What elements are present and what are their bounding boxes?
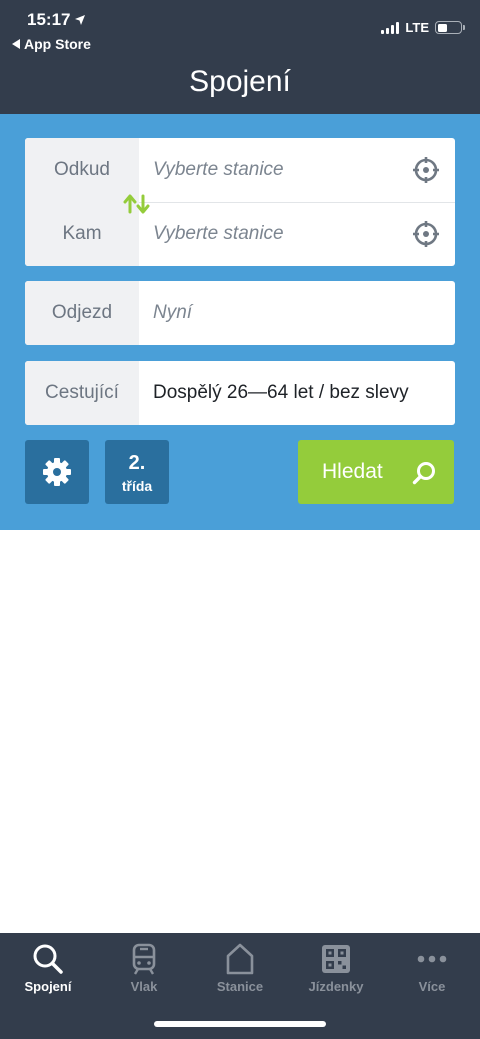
status-time: 15:17	[27, 10, 86, 30]
locate-to-icon[interactable]	[412, 220, 440, 248]
search-button-label: Hledat	[322, 460, 383, 483]
class-label: třída	[121, 478, 153, 494]
back-to-app-store-link[interactable]: App Store	[12, 36, 91, 52]
tab-label: Více	[418, 979, 446, 994]
back-app-label: App Store	[24, 36, 91, 52]
tab-label: Spojení	[24, 979, 72, 994]
departure-row[interactable]: Odjezd Nyní	[25, 281, 455, 345]
swap-stations-icon[interactable]	[123, 192, 151, 216]
search-button[interactable]: Hledat	[298, 440, 454, 504]
train-icon	[132, 943, 156, 975]
search-icon	[33, 944, 63, 974]
qr-code-icon	[322, 945, 350, 973]
departure-label: Odjezd	[51, 302, 113, 323]
departure-card[interactable]: Odjezd Nyní	[25, 281, 455, 345]
travel-class-button[interactable]: 2. třída	[105, 440, 169, 504]
tab-jizdenky[interactable]: Jízdenky	[288, 933, 384, 1003]
home-indicator[interactable]	[154, 1021, 326, 1027]
more-icon	[417, 955, 447, 963]
page-title: Spojení	[189, 65, 291, 98]
tab-label: Stanice	[216, 979, 264, 994]
gear-icon	[43, 458, 71, 486]
passengers-label: Cestující	[45, 382, 119, 403]
from-row[interactable]: Odkud Vyberte stanice	[25, 138, 455, 202]
status-indicators: LTE	[381, 20, 465, 35]
departure-time-input[interactable]: Nyní	[153, 281, 192, 345]
back-triangle-icon	[12, 39, 20, 49]
home-icon	[226, 943, 254, 975]
tab-stanice[interactable]: Stanice	[192, 933, 288, 1003]
tab-spojeni[interactable]: Spojení	[0, 933, 96, 1003]
tab-label: Vlak	[130, 979, 158, 994]
route-card: Odkud Vyberte stanice Kam Vyberte stanic…	[25, 138, 455, 266]
to-label: Kam	[62, 223, 102, 244]
search-settings-button[interactable]	[25, 440, 89, 504]
tab-vlak[interactable]: Vlak	[96, 933, 192, 1003]
from-label: Odkud	[54, 159, 110, 180]
status-bar: 15:17 App Store LTE	[0, 0, 480, 58]
network-type: LTE	[405, 20, 429, 35]
search-icon	[412, 462, 435, 485]
passengers-value[interactable]: Dospělý 26—64 let / bez slevy	[153, 361, 409, 425]
signal-strength-icon	[381, 21, 400, 34]
tab-label: Jízdenky	[308, 979, 364, 994]
status-time-text: 15:17	[27, 10, 71, 29]
to-station-input[interactable]: Vyberte stanice	[153, 202, 284, 266]
battery-icon	[435, 21, 465, 34]
passengers-row[interactable]: Cestující Dospělý 26—64 let / bez slevy	[25, 361, 455, 425]
to-row[interactable]: Kam Vyberte stanice	[25, 202, 455, 266]
class-number: 2.	[128, 452, 146, 474]
tab-vice[interactable]: Více	[384, 933, 480, 1003]
locate-from-icon[interactable]	[412, 156, 440, 184]
from-station-input[interactable]: Vyberte stanice	[153, 138, 284, 202]
battery-fill	[437, 23, 448, 32]
passengers-card[interactable]: Cestující Dospělý 26—64 let / bez slevy	[25, 361, 455, 425]
navigation-bar: Spojení	[0, 58, 480, 114]
location-arrow-icon	[75, 15, 86, 25]
